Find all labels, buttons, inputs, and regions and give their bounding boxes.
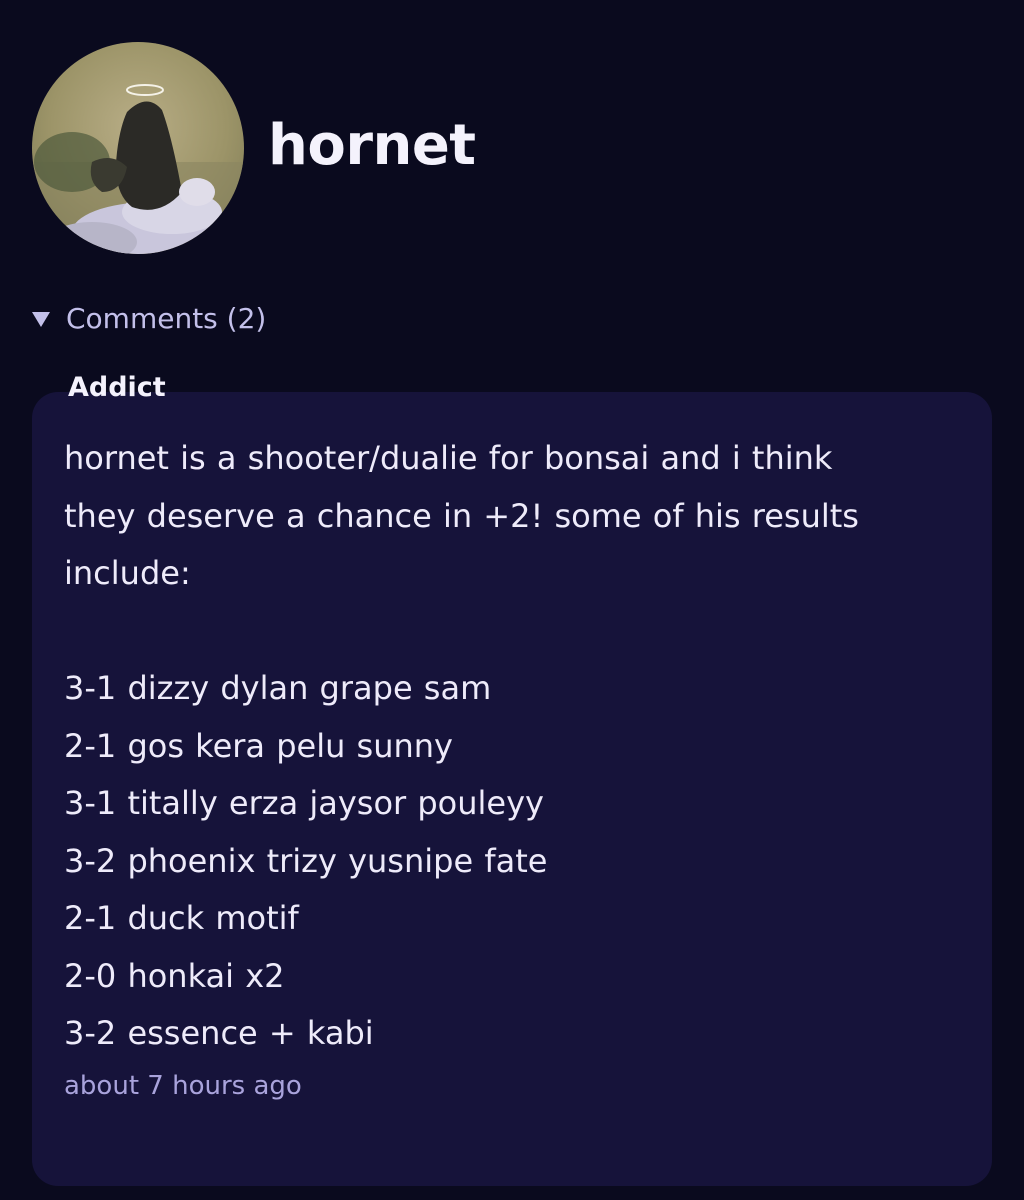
profile-page: hornet Comments (2) Addict hornet is a s…	[0, 0, 1024, 1200]
avatar[interactable]	[32, 42, 244, 254]
comment-card: hornet is a shooter/dualie for bonsai an…	[32, 392, 992, 1186]
comment-body: hornet is a shooter/dualie for bonsai an…	[64, 439, 859, 1052]
username: hornet	[268, 112, 476, 178]
comment-timestamp: about 7 hours ago	[64, 1070, 302, 1101]
comments-toggle[interactable]: Comments (2)	[32, 302, 266, 335]
profile-header: hornet	[32, 42, 476, 254]
comment-author[interactable]: Addict	[68, 372, 166, 403]
comments-toggle-label: Comments (2)	[66, 302, 267, 335]
triangle-down-icon	[32, 312, 50, 327]
